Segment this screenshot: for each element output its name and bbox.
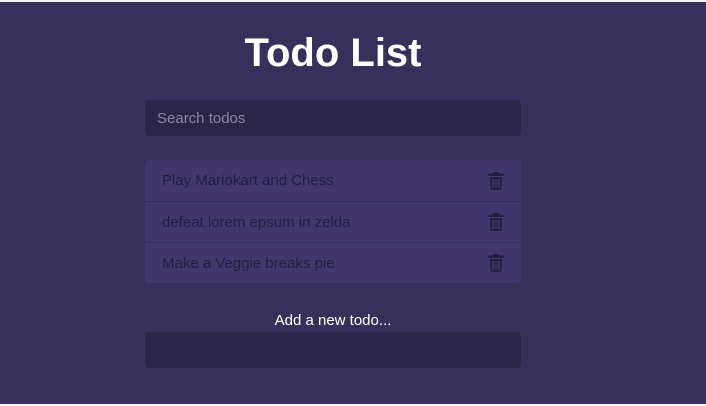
todo-app: Todo List Play Mariokart and Chess defea… [0, 0, 706, 406]
page-title: Todo List [244, 31, 422, 75]
todo-item: Make a Veggie breaks pie [145, 242, 521, 283]
add-todo-label: Add a new todo... [274, 312, 392, 329]
todo-item: Play Mariokart and Chess [145, 160, 521, 201]
trash-icon[interactable] [488, 213, 504, 231]
trash-icon[interactable] [488, 171, 504, 190]
todo-item: defeat lorem epsum in zelda [145, 201, 521, 242]
todo-text: defeat lorem epsum in zelda [162, 213, 351, 231]
trash-icon[interactable] [488, 254, 504, 272]
todo-text: Play Mariokart and Chess [162, 172, 334, 189]
todo-text: Make a Veggie breaks pie [162, 254, 335, 272]
todo-list: Play Mariokart and Chess defeat lorem ep… [145, 160, 521, 283]
add-todo-input[interactable] [145, 332, 521, 368]
search-input[interactable] [145, 100, 521, 136]
